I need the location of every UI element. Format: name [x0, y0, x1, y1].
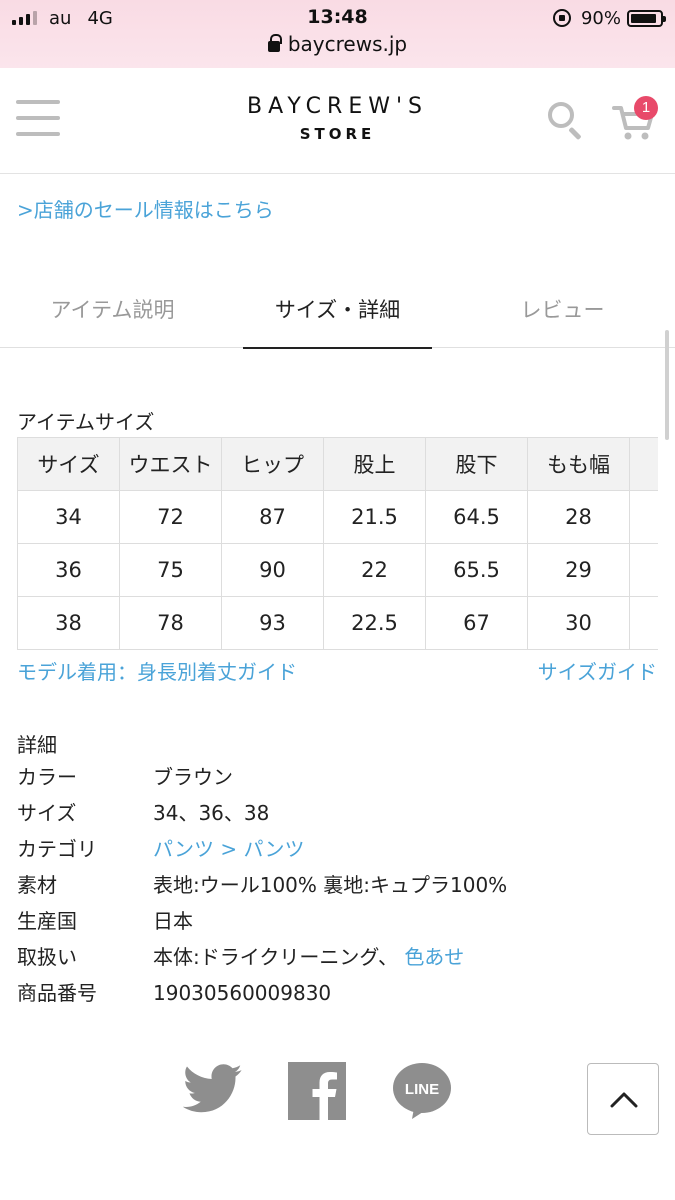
cart-button[interactable]: 1 [612, 96, 660, 144]
table-cell [629, 543, 658, 597]
status-bar: au 4G 13:48 90% baycrews.jp [0, 0, 675, 68]
table-cell: 22.5 [323, 596, 426, 650]
table-cell: 93 [221, 596, 324, 650]
table-cell: 36 [17, 543, 120, 597]
scrollbar[interactable] [665, 330, 669, 440]
table-cell: 22 [323, 543, 426, 597]
table-cell: 75 [119, 543, 222, 597]
facebook-icon [288, 1062, 346, 1120]
detail-row-care: 取扱い 本体:ドライクリーニング、 色あせ [17, 943, 637, 979]
col-header: す [629, 437, 658, 491]
size-guide-link[interactable]: サイズガイド [538, 656, 657, 685]
category-link[interactable]: パンツ > パンツ [153, 835, 304, 871]
store-sale-link[interactable]: >店舗のセール情報はこちら [17, 194, 274, 223]
tab-item-description[interactable]: アイテム説明 [0, 272, 225, 348]
search-icon[interactable] [546, 100, 586, 141]
size-table-scroll[interactable]: サイズ ウエスト ヒップ 股上 股下 もも幅 す 34 72 87 21.5 6… [17, 437, 658, 652]
table-cell: 87 [221, 490, 324, 544]
size-table: サイズ ウエスト ヒップ 股上 股下 もも幅 す 34 72 87 21.5 6… [17, 437, 658, 650]
care-text: 本体:ドライクリーニング、 [153, 945, 398, 969]
detail-value: 本体:ドライクリーニング、 色あせ [153, 943, 464, 979]
model-length-guide-link[interactable]: モデル着用：身長別着丈ガイド [17, 656, 297, 685]
table-cell: 65.5 [425, 543, 528, 597]
detail-row-category: カテゴリ パンツ > パンツ [17, 835, 637, 871]
cart-count-badge: 1 [634, 96, 658, 120]
col-header: ヒップ [221, 437, 324, 491]
detail-row-color: カラー ブラウン [17, 763, 637, 799]
detail-value: 34、36、38 [153, 801, 270, 825]
table-cell: 21.5 [323, 490, 426, 544]
line-icon: LINE [393, 1063, 451, 1119]
col-header: 股上 [323, 437, 426, 491]
detail-label: サイズ [17, 801, 77, 825]
chevron-up-icon [610, 1092, 638, 1108]
detail-label: 生産国 [17, 909, 77, 933]
padlock-icon [267, 34, 282, 52]
line-icon-text: LINE [405, 1081, 439, 1098]
table-cell: 72 [119, 490, 222, 544]
details-title: 詳細 [17, 733, 57, 757]
table-cell: 38 [17, 596, 120, 650]
detail-value: 表地:ウール100% 裏地:キュプラ100% [153, 873, 508, 897]
twitter-icon [182, 1064, 242, 1113]
table-cell [629, 490, 658, 544]
facebook-share-button[interactable] [288, 1062, 346, 1124]
table-row: 34 72 87 21.5 64.5 28 [17, 490, 658, 544]
product-tabs: アイテム説明 サイズ・詳細 レビュー [0, 272, 675, 349]
detail-row-product-number: 商品番号 19030560009830 [17, 979, 637, 1015]
back-to-top-button[interactable] [587, 1063, 659, 1135]
detail-row-material: 素材 表地:ウール100% 裏地:キュプラ100% [17, 871, 637, 907]
table-cell: 67 [425, 596, 528, 650]
twitter-share-button[interactable] [182, 1062, 243, 1120]
table-header-row: サイズ ウエスト ヒップ 股上 股下 もも幅 す [17, 437, 658, 491]
tab-reviews[interactable]: レビュー [450, 272, 675, 348]
detail-label: カテゴリ [17, 837, 97, 861]
site-header: BAYCREW'S STORE 1 [0, 68, 675, 174]
col-header: もも幅 [527, 437, 630, 491]
tab-size-details[interactable]: サイズ・詳細 [243, 272, 432, 349]
detail-label: 素材 [17, 873, 57, 897]
table-row: 38 78 93 22.5 67 30 [17, 596, 658, 650]
table-row: 36 75 90 22 65.5 29 [17, 543, 658, 597]
table-cell: 30 [527, 596, 630, 650]
battery-percent: 90% [580, 7, 621, 29]
care-fading-link[interactable]: 色あせ [404, 945, 464, 969]
detail-label: 商品番号 [17, 981, 97, 1005]
url-text: baycrews.jp [287, 32, 408, 56]
item-size-title: アイテムサイズ [17, 410, 155, 434]
col-header: 股下 [425, 437, 528, 491]
line-share-button[interactable]: LINE [392, 1062, 452, 1124]
detail-value: 19030560009830 [153, 981, 332, 1005]
detail-label: 取扱い [17, 945, 77, 969]
table-cell: 78 [119, 596, 222, 650]
table-cell: 90 [221, 543, 324, 597]
rotation-lock-icon [552, 9, 571, 27]
col-header: サイズ [17, 437, 120, 491]
address-bar[interactable]: baycrews.jp [0, 32, 675, 56]
col-header: ウエスト [119, 437, 222, 491]
detail-value: ブラウン [153, 765, 233, 789]
detail-row-origin: 生産国 日本 [17, 907, 637, 943]
status-right: 90% [552, 6, 666, 30]
detail-label: カラー [17, 765, 77, 789]
details-list: カラー ブラウン サイズ 34、36、38 カテゴリ パンツ > パンツ 素材 … [17, 763, 637, 1015]
table-cell: 28 [527, 490, 630, 544]
battery-icon [627, 9, 666, 27]
table-cell: 29 [527, 543, 630, 597]
table-cell: 34 [17, 490, 120, 544]
detail-row-size: サイズ 34、36、38 [17, 799, 637, 835]
table-cell [629, 596, 658, 650]
table-cell: 64.5 [425, 490, 528, 544]
detail-value: 日本 [153, 909, 193, 933]
